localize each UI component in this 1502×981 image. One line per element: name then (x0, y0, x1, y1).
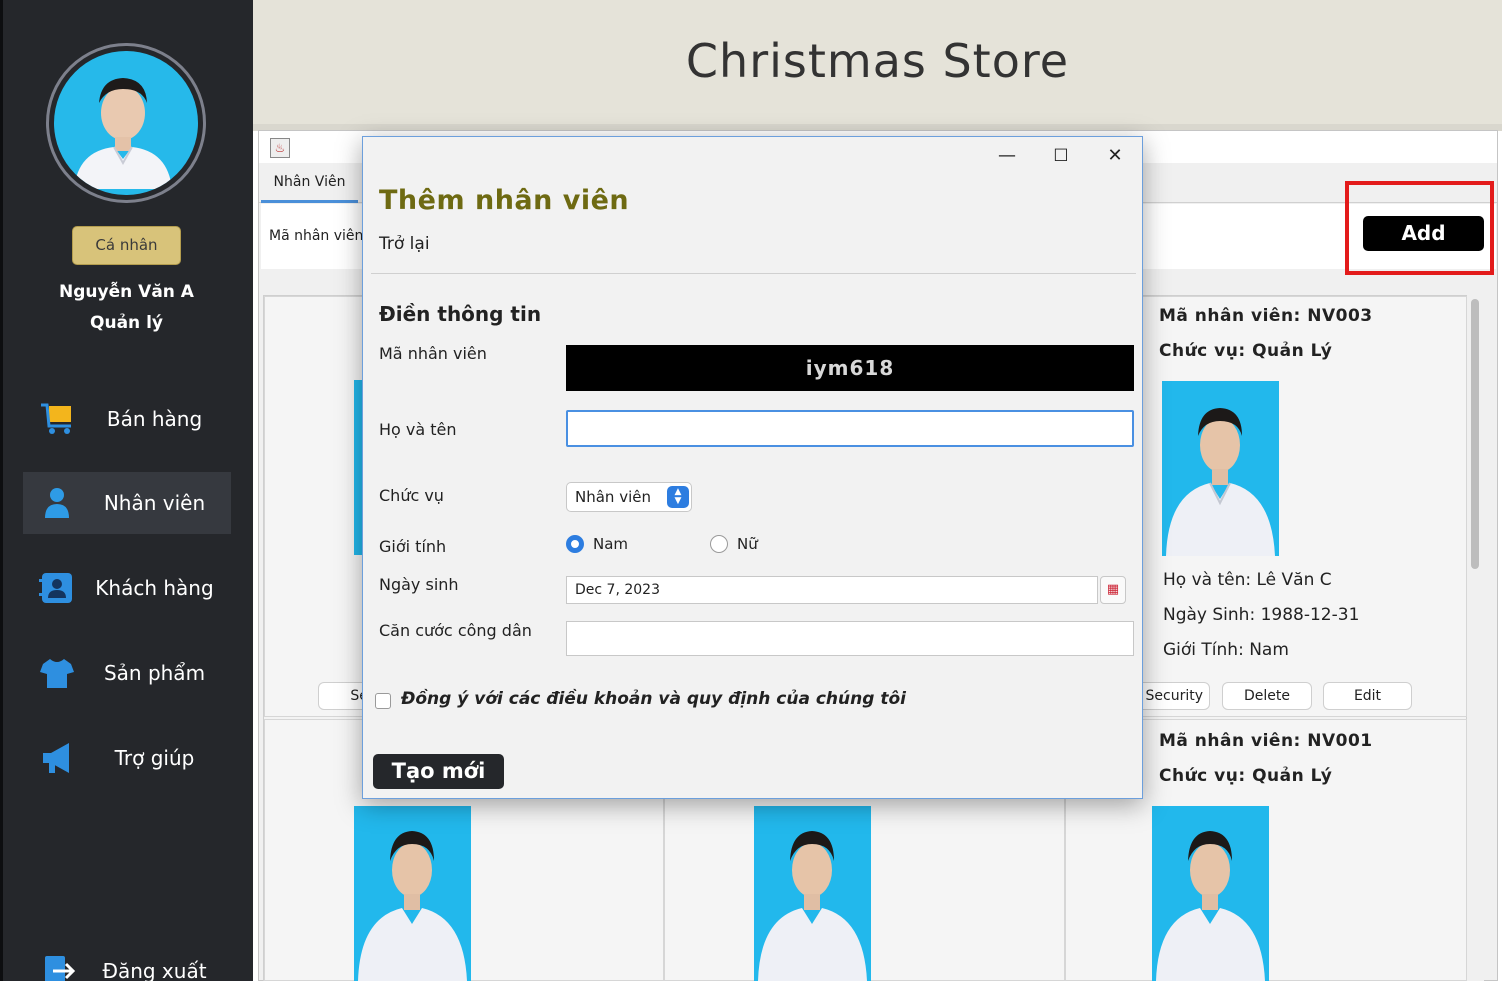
user-name: Nguyễn Văn A (59, 282, 194, 302)
employee-dob: Ngày Sinh: 1988-12-31 (1163, 605, 1360, 625)
name-input[interactable] (566, 410, 1134, 447)
role-select-value: Nhân viên (575, 488, 651, 506)
edit-button[interactable]: Edit (1323, 682, 1412, 710)
dialog-title: Thêm nhân viên (379, 185, 630, 216)
employee-code-field: iym618 (566, 345, 1134, 391)
maximize-button[interactable]: ☐ (1041, 141, 1081, 171)
divider (371, 273, 1136, 274)
sidebar-item-employees[interactable]: Nhân viên (23, 472, 231, 534)
sidebar-item-label: Sản phẩm (103, 661, 206, 685)
employee-gender: Giới Tính: Nam (1163, 640, 1289, 660)
sidebar-item-label: Trợ giúp (114, 746, 195, 770)
minimize-button[interactable]: — (987, 141, 1027, 171)
scrollbar-thumb[interactable] (1471, 299, 1479, 569)
person-icon (45, 488, 69, 518)
gender-female-label[interactable]: Nữ (737, 535, 758, 553)
gender-female-radio[interactable] (710, 535, 728, 553)
employee-photo (1152, 806, 1269, 981)
page-title: Christmas Store (685, 34, 1070, 88)
sidebar-item-products[interactable]: Sản phẩm (23, 642, 231, 704)
employee-photo (354, 806, 471, 981)
role-select[interactable]: Nhân viên ▲ ▼ (566, 482, 692, 512)
sidebar-item-help[interactable]: Trợ giúp (23, 727, 231, 789)
section-title: Điền thông tin (379, 302, 542, 326)
id-card-label: Căn cước công dân (379, 621, 532, 640)
sidebar-item-sales[interactable]: Bán hàng (23, 388, 231, 450)
id-card-input[interactable] (566, 621, 1134, 656)
sidebar-item-label: Khách hàng (95, 576, 214, 600)
code-label: Mã nhân viên (379, 344, 487, 363)
profile-button[interactable]: Cá nhân (72, 226, 181, 265)
megaphone-icon (43, 743, 69, 773)
logout-icon (45, 956, 75, 981)
employee-id: Mã nhân viên: NV003 (1159, 306, 1373, 326)
employee-name: Họ và tên: Lê Văn C (1163, 570, 1332, 590)
create-button[interactable]: Tạo mới (373, 754, 504, 789)
back-link[interactable]: Trở lại (379, 234, 430, 254)
contacts-icon (39, 573, 72, 603)
gender-male-radio[interactable] (566, 535, 584, 553)
employee-photo (754, 806, 871, 981)
tab-employees[interactable]: Nhân Viên (261, 163, 358, 203)
sidebar: Cá nhân Nguyễn Văn A Quản lý Bán hàng Nh… (0, 0, 253, 981)
cart-icon (41, 403, 71, 434)
window-edge (0, 0, 3, 981)
java-app-icon: ♨ (270, 138, 290, 158)
sidebar-item-label: Nhân viên (103, 491, 206, 515)
header: Christmas Store (253, 0, 1502, 124)
employee-role: Chức vụ: Quản Lý (1159, 341, 1333, 361)
shirt-icon (40, 659, 74, 688)
agree-label[interactable]: Đồng ý với các điều khoản và quy định củ… (401, 689, 906, 709)
updown-chevron-icon: ▲ ▼ (667, 486, 689, 508)
dob-label: Ngày sinh (379, 575, 459, 594)
sidebar-item-label: Bán hàng (106, 407, 203, 431)
avatar-photo (54, 51, 198, 195)
role-label: Chức vụ (379, 486, 444, 505)
gender-label: Giới tính (379, 537, 447, 556)
close-button[interactable]: ✕ (1095, 141, 1135, 171)
delete-button[interactable]: Delete (1222, 682, 1312, 710)
add-button[interactable]: Add (1363, 216, 1484, 251)
dob-input[interactable]: Dec 7, 2023 (566, 576, 1098, 604)
vertical-scrollbar[interactable] (1467, 295, 1484, 981)
sidebar-item-logout[interactable]: Đăng xuất (23, 940, 231, 981)
sidebar-item-label: Đăng xuất (102, 959, 207, 981)
sidebar-item-customers[interactable]: Khách hàng (23, 557, 231, 619)
employee-photo (1162, 381, 1279, 556)
agree-checkbox[interactable] (375, 693, 391, 709)
search-label: Mã nhân viên (269, 228, 364, 244)
gender-male-label[interactable]: Nam (593, 535, 628, 553)
avatar[interactable] (46, 43, 206, 203)
name-label: Họ và tên (379, 420, 457, 439)
add-employee-dialog: — ☐ ✕ Thêm nhân viên Trở lại Điền thông … (362, 136, 1143, 799)
user-role: Quản lý (90, 313, 163, 333)
calendar-icon[interactable]: ▦ (1100, 576, 1126, 604)
employee-role: Chức vụ: Quản Lý (1159, 766, 1333, 786)
employee-id: Mã nhân viên: NV001 (1159, 731, 1373, 751)
